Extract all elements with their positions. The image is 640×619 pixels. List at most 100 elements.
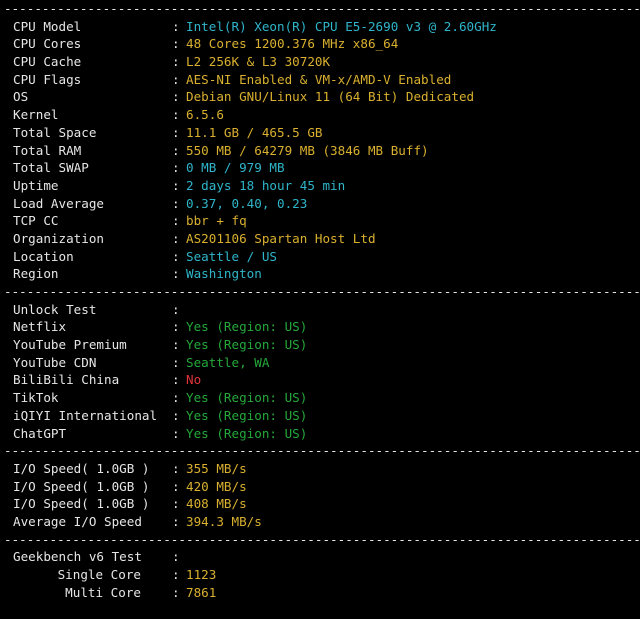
divider-io: ----------------------------------------… xyxy=(4,443,640,459)
row-label: CPU Cores xyxy=(13,36,82,52)
info-row: Total RAM:550 MB / 64279 MB (3846 MB Buf… xyxy=(0,142,640,160)
info-row: Total Space:11.1 GB / 465.5 GB xyxy=(0,124,640,142)
row-separator: : xyxy=(172,496,180,512)
row-value: 0.37, 0.40, 0.23 xyxy=(186,195,308,211)
row-separator: : xyxy=(172,372,180,388)
unlock-test-section: Unlock Test: Netflix: Yes (Region: US) YouT… xyxy=(0,301,640,443)
row-label: Total Space xyxy=(13,124,97,140)
info-row: CPU Flags: AES-NI Enabled & VM-x/AMD-V En… xyxy=(0,71,640,89)
row-label: Single Core xyxy=(57,567,141,582)
row-value: 48 Cores 1200.376 MHz x86_64 xyxy=(186,36,399,52)
divider-geekbench: ----------------------------------------… xyxy=(4,531,640,547)
geekbench-title-row: Geekbench v6 Test : xyxy=(0,548,640,566)
unlock-row: ChatGPT: Yes (Region: US) xyxy=(0,425,640,443)
info-row: Region: Washington xyxy=(0,265,640,283)
system-info-section: CPU Model: Intel(R) Xeon(R) CPU E5-2690 v… xyxy=(0,18,640,283)
info-row: Location: Seattle / US xyxy=(0,248,640,266)
row-label: Uptime xyxy=(13,177,59,193)
unlock-row: TikTok: Yes (Region: US) xyxy=(0,389,640,407)
row-label: Average I/O Speed xyxy=(13,513,142,529)
info-row: Load Average:0.37, 0.40, 0.23 xyxy=(0,195,640,213)
row-label: I/O Speed( 1.0GB ) xyxy=(13,478,150,494)
row-label: Unlock Test xyxy=(13,301,97,317)
row-value: 1123 xyxy=(186,567,217,582)
row-label: Location xyxy=(13,248,74,264)
row-value: 550 MB / 64279 MB (3846 MB Buff) xyxy=(186,142,429,158)
row-value: Yes (Region: US) xyxy=(186,407,308,423)
divider-unlock: ----------------------------------------… xyxy=(4,284,640,299)
row-separator: : xyxy=(172,301,180,317)
row-value: 355 MB/s xyxy=(186,460,247,476)
row-value: 2 days 18 hour 45 min xyxy=(186,177,346,193)
info-row: TCP CC: bbr + fq xyxy=(0,212,640,230)
geekbench-row: Multi Core:7861 xyxy=(0,584,640,602)
row-value: 11.1 GB / 465.5 GB xyxy=(186,124,323,140)
row-separator: : xyxy=(172,266,180,282)
info-row: CPU Cache: L2 256K & L3 30720K xyxy=(0,53,640,71)
geekbench-row: Single Core:1123 xyxy=(0,566,640,584)
row-label: Region xyxy=(13,266,59,282)
row-label: I/O Speed( 1.0GB ) xyxy=(13,460,150,476)
row-separator: : xyxy=(172,460,180,476)
io-row: I/O Speed( 1.0GB ):420 MB/s xyxy=(0,478,640,496)
io-row: Average I/O Speed:394.3 MB/s xyxy=(0,513,640,531)
row-separator: : xyxy=(172,584,180,600)
unlock-row: Netflix: Yes (Region: US) xyxy=(0,318,640,336)
row-separator: : xyxy=(172,160,180,176)
row-separator: : xyxy=(172,195,180,211)
row-separator: : xyxy=(172,425,180,441)
row-label: I/O Speed( 1.0GB ) xyxy=(13,496,150,512)
info-row: CPU Model: Intel(R) Xeon(R) CPU E5-2690 v… xyxy=(0,18,640,36)
geekbench-title: Geekbench v6 Test xyxy=(13,549,142,565)
row-separator: : xyxy=(172,248,180,264)
row-value: 420 MB/s xyxy=(186,478,247,494)
row-value: Seattle / US xyxy=(186,248,277,264)
row-value: Washington xyxy=(186,266,262,282)
io-row: I/O Speed( 1.0GB ):408 MB/s xyxy=(0,495,640,513)
unlock-row: Unlock Test: xyxy=(0,301,640,319)
row-separator: : xyxy=(172,177,180,193)
row-value: Intel(R) Xeon(R) CPU E5-2690 v3 @ 2.60GH… xyxy=(186,18,497,34)
unlock-row: YouTube CDN: Seattle, WA xyxy=(0,354,640,372)
unlock-row: BiliBili China: No xyxy=(0,371,640,389)
row-separator: : xyxy=(172,124,180,140)
row-value: Debian GNU/Linux 11 (64 Bit) Dedicated xyxy=(186,89,475,105)
row-label: Multi Core xyxy=(65,584,141,600)
info-row: OS: Debian GNU/Linux 11 (64 Bit) Dedicate… xyxy=(0,88,640,106)
row-separator: : xyxy=(172,567,180,582)
row-value: Yes (Region: US) xyxy=(186,425,308,441)
info-row: Kernel:6.5.6 xyxy=(0,106,640,124)
row-separator: : xyxy=(172,354,180,370)
row-value: 7861 xyxy=(186,584,217,600)
row-separator: : xyxy=(172,142,180,158)
row-value: 408 MB/s xyxy=(186,496,247,512)
row-label: YouTube CDN xyxy=(13,354,97,370)
row-separator: : xyxy=(172,319,180,335)
row-label: BiliBili China xyxy=(13,372,120,388)
row-label: CPU Cache xyxy=(13,54,82,70)
row-label: Total SWAP xyxy=(13,160,89,176)
terminal-window: ----------------------------------------… xyxy=(0,0,640,605)
row-separator: : xyxy=(172,337,180,353)
row-separator: : xyxy=(172,89,180,105)
row-separator: : xyxy=(172,107,180,123)
info-row: Uptime:2 days 18 hour 45 min xyxy=(0,177,640,195)
unlock-row: YouTube Premium: Yes (Region: US) xyxy=(0,336,640,354)
info-row: Total SWAP:0 MB / 979 MB xyxy=(0,159,640,177)
row-separator: : xyxy=(172,549,180,565)
row-label: Total RAM xyxy=(13,142,82,158)
row-label: Organization xyxy=(13,230,104,246)
row-label: Kernel xyxy=(13,107,59,123)
row-label: Load Average xyxy=(13,195,104,211)
row-value: 6.5.6 xyxy=(186,107,224,123)
row-label: YouTube Premium xyxy=(13,337,127,353)
row-value: No xyxy=(186,372,202,388)
row-separator: : xyxy=(172,36,180,52)
row-label: CPU Model xyxy=(13,18,82,34)
row-label: ChatGPT xyxy=(13,425,67,441)
divider-top: ----------------------------------------… xyxy=(4,1,640,16)
info-row: Organization: AS201106 Spartan Host Ltd xyxy=(0,230,640,248)
row-separator: : xyxy=(172,407,180,423)
row-label: TCP CC xyxy=(13,213,59,229)
row-label: iQIYI International xyxy=(13,407,158,423)
